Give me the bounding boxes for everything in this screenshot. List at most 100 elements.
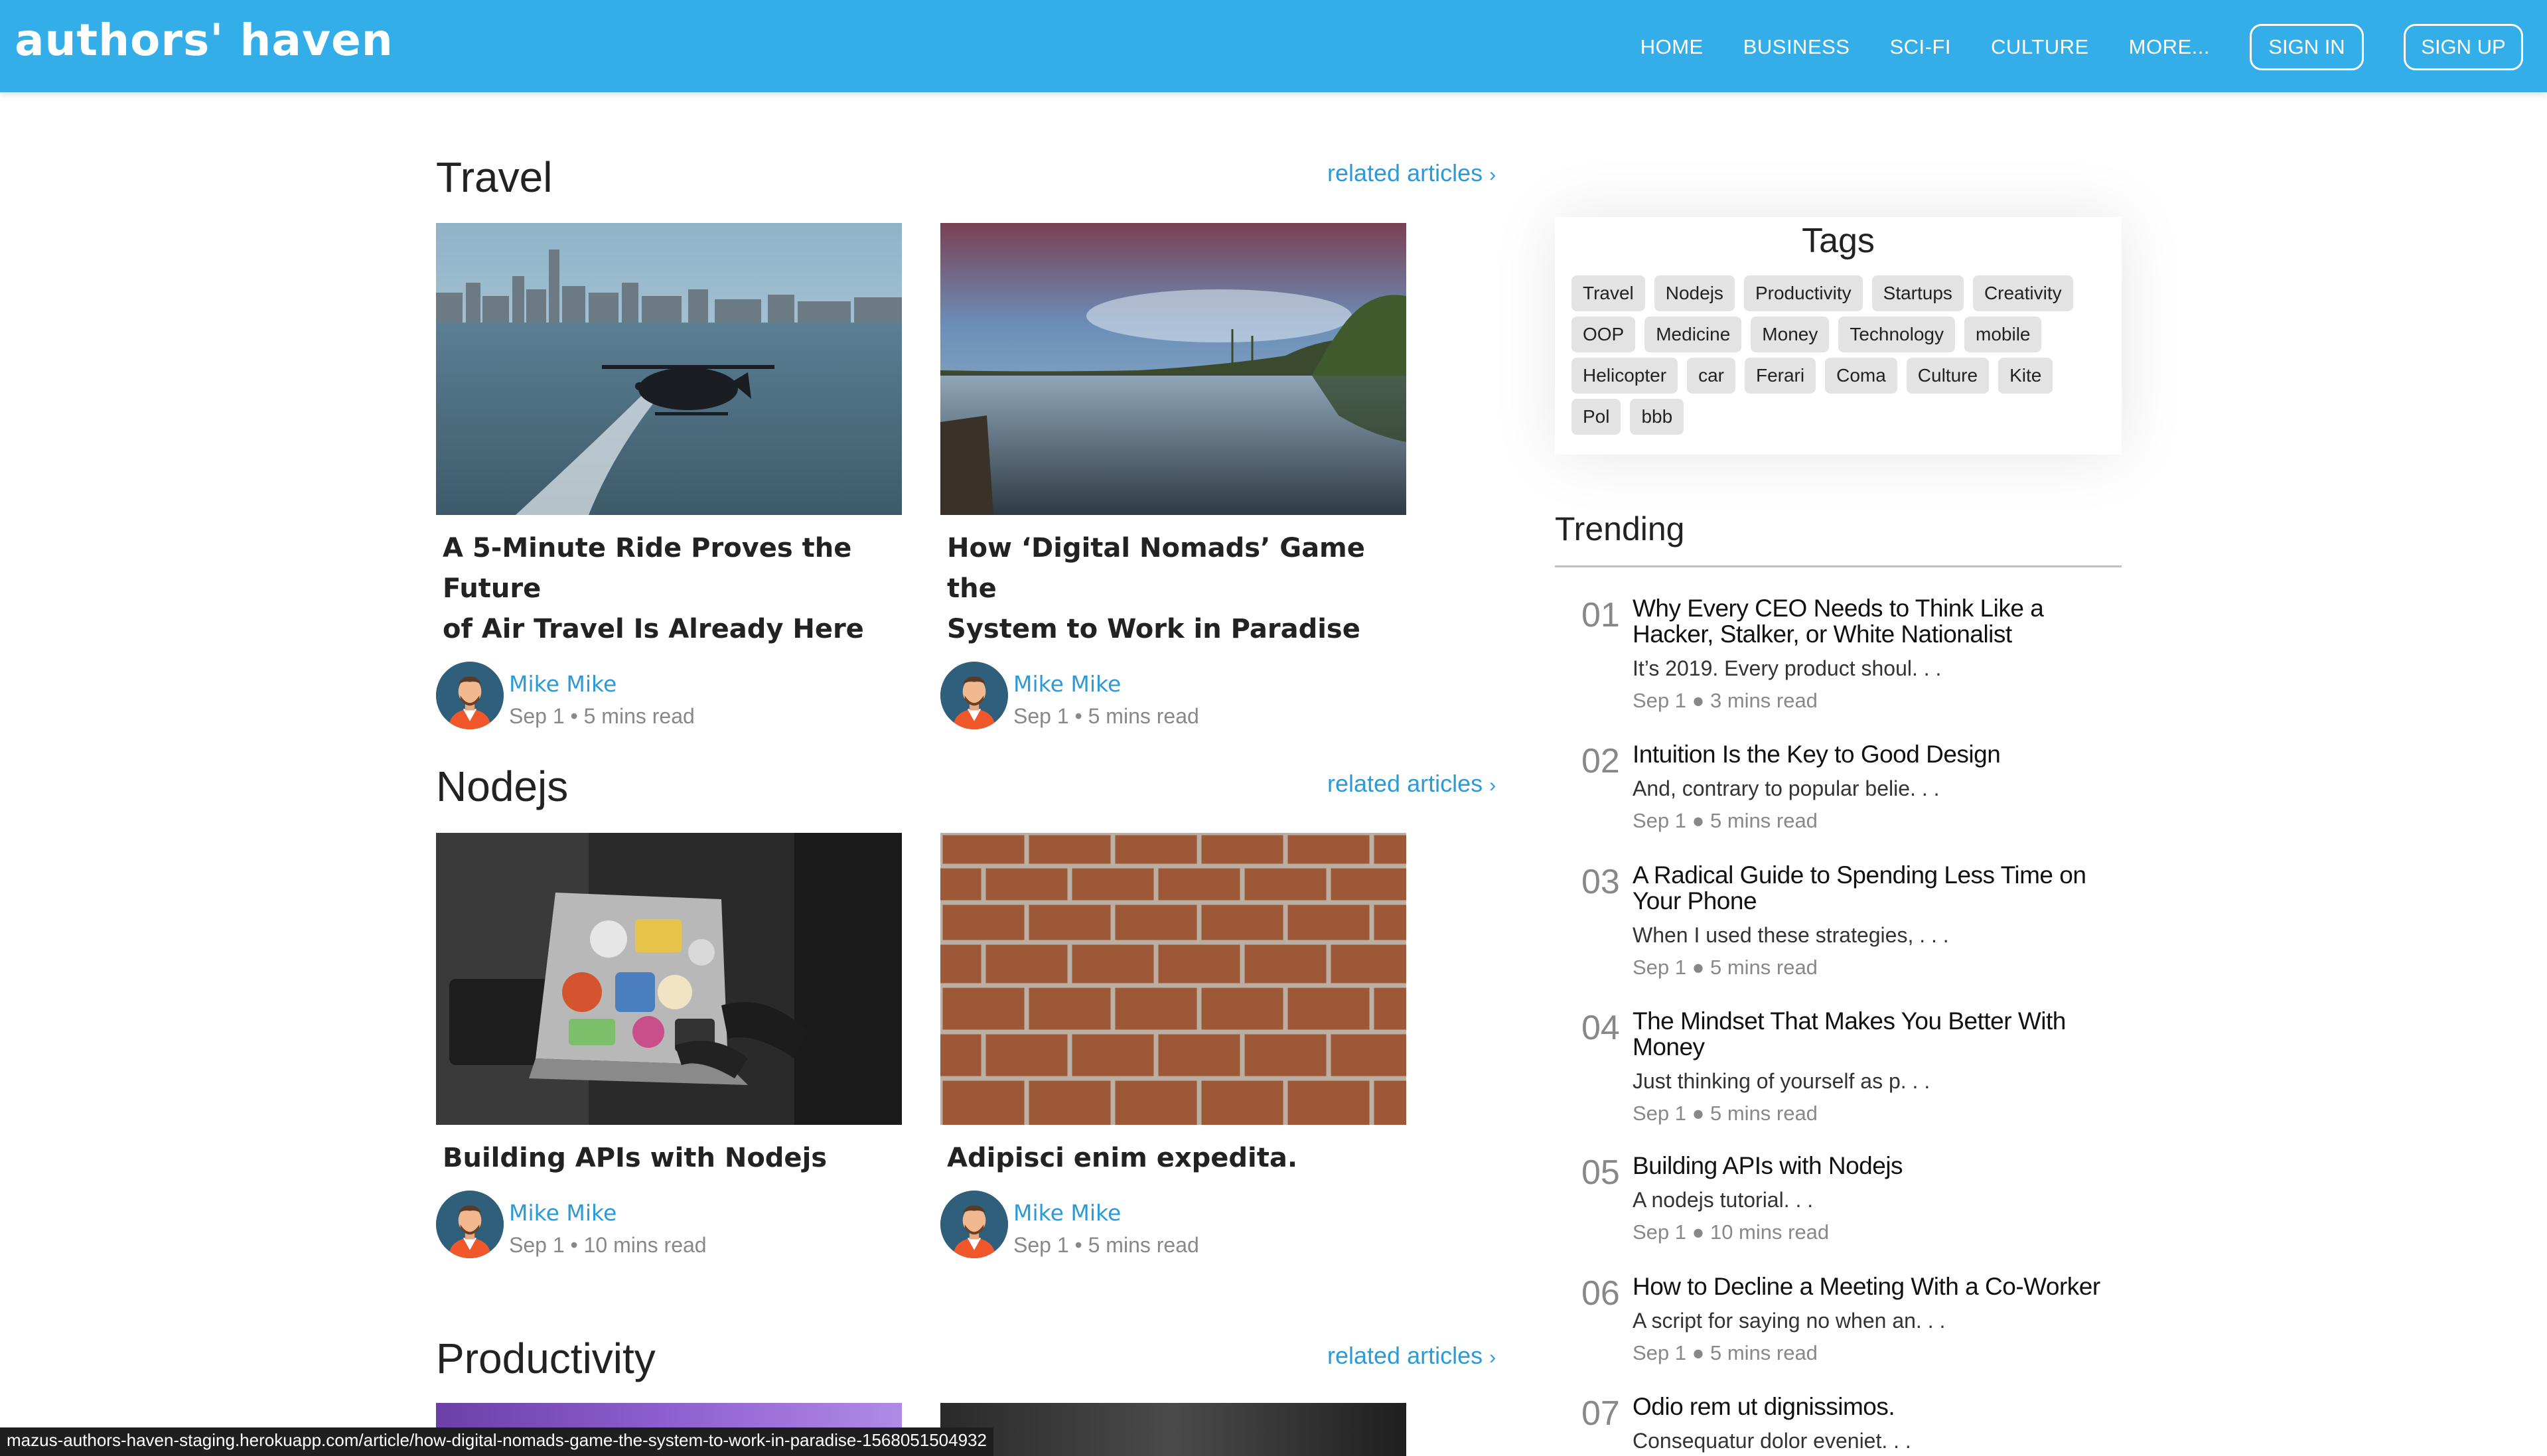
nav-home[interactable]: HOME — [1640, 35, 1704, 59]
trending-summary: Just thinking of yourself as p. . . — [1633, 1069, 1930, 1093]
trending-title-line[interactable]: Money — [1633, 1034, 2117, 1060]
tag-chip[interactable]: Technology — [1838, 317, 1955, 352]
trending-item-title[interactable]: Odio rem ut dignissimos. — [1633, 1394, 2117, 1420]
trending-body: Building APIs with Nodejs A nodejs tutor… — [1633, 1153, 2117, 1244]
article-meta: Sep 1 • 10 mins read — [509, 1233, 707, 1257]
trending-body: Odio rem ut dignissimos. Consequatur dol… — [1633, 1394, 2117, 1453]
site-logo[interactable]: authors' haven — [15, 15, 394, 66]
article-card[interactable]: Adipisci enim expedita. Mike Mike Sep 1 … — [940, 833, 1406, 1260]
sign-up-button[interactable]: SIGN UP — [2404, 24, 2523, 70]
article-title[interactable]: A 5-Minute Ride Proves the Future of Air… — [436, 528, 902, 650]
chevron-right-icon: › — [1489, 1347, 1496, 1368]
trending-title-line[interactable]: Odio rem ut dignissimos. — [1633, 1394, 2117, 1420]
related-articles-label[interactable]: related articles — [1327, 770, 1483, 797]
trending-item-title[interactable]: Building APIs with Nodejs — [1633, 1153, 2117, 1179]
section-title-travel: Travel — [436, 153, 553, 201]
author-row: Mike Mike Sep 1 • 5 mins read — [940, 1191, 1406, 1260]
related-articles-label[interactable]: related articles — [1327, 1342, 1483, 1369]
trending-title-line[interactable]: Intuition Is the Key to Good Design — [1633, 741, 2117, 767]
tag-chip[interactable]: Money — [1751, 317, 1830, 352]
related-articles-label[interactable]: related articles — [1327, 159, 1483, 186]
trending-item-title[interactable]: A Radical Guide to Spending Less Time on… — [1633, 862, 2117, 914]
related-articles-travel[interactable]: related articles › — [1327, 159, 1506, 187]
article-meta: Sep 1 • 5 mins read — [1013, 704, 1199, 728]
author-name[interactable]: Mike Mike — [509, 1200, 617, 1226]
article-title-line[interactable]: of Air Travel Is Already Here — [443, 609, 902, 650]
tag-chip[interactable]: Productivity — [1743, 275, 1863, 311]
tag-chip[interactable]: Pol — [1571, 399, 1621, 435]
tags-panel: Tags Travel Nodejs Productivity Startups… — [1555, 217, 2122, 455]
trending-title-line[interactable]: Building APIs with Nodejs — [1633, 1153, 2117, 1179]
article-image-productivity-2[interactable] — [940, 1403, 1406, 1456]
article-card[interactable]: A 5-Minute Ride Proves the Future of Air… — [436, 223, 902, 731]
author-row: Mike Mike Sep 1 • 5 mins read — [436, 662, 902, 731]
tag-chip[interactable]: Startups — [1871, 275, 1964, 311]
trending-title-line[interactable]: Hacker, Stalker, or White Nationalist — [1633, 621, 2117, 647]
article-card[interactable]: How ‘Digital Nomads’ Game the System to … — [940, 223, 1406, 731]
tag-chip[interactable]: mobile — [1964, 317, 2042, 352]
trending-title-line[interactable]: The Mindset That Makes You Better With — [1633, 1008, 2117, 1034]
nav-more[interactable]: MORE... — [2129, 35, 2210, 59]
article-image-brick-wall[interactable] — [940, 833, 1406, 1125]
avatar[interactable] — [436, 1191, 504, 1258]
tag-chip[interactable]: Coma — [1825, 358, 1897, 394]
author-name[interactable]: Mike Mike — [1013, 671, 1121, 697]
related-articles-productivity[interactable]: related articles › — [1327, 1342, 1506, 1370]
article-title[interactable]: Adipisci enim expedita. — [940, 1138, 1406, 1179]
trending-body: Intuition Is the Key to Good Design And,… — [1633, 741, 2117, 833]
article-title-line[interactable]: A 5-Minute Ride Proves the Future — [443, 528, 902, 609]
trending-rank: 02 — [1581, 742, 1620, 780]
tag-chip[interactable]: Culture — [1906, 358, 1990, 394]
sign-in-button[interactable]: SIGN IN — [2250, 24, 2364, 70]
tags-title: Tags — [1802, 222, 1875, 260]
article-image-lake[interactable] — [940, 223, 1406, 515]
tag-chip[interactable]: Medicine — [1644, 317, 1742, 352]
tag-chip[interactable]: Helicopter — [1571, 358, 1678, 394]
trending-meta: Sep 1 ● 10 mins read — [1633, 1220, 1830, 1244]
tag-chip[interactable]: car — [1687, 358, 1735, 394]
trending-rank: 01 — [1581, 596, 1620, 634]
trending-title-line[interactable]: Why Every CEO Needs to Think Like a — [1633, 595, 2117, 621]
nav-business[interactable]: BUSINESS — [1743, 35, 1850, 59]
tag-chip[interactable]: Creativity — [1972, 275, 2073, 311]
trending-meta: Sep 1 ● 5 mins read — [1633, 809, 1818, 832]
article-title[interactable]: How ‘Digital Nomads’ Game the System to … — [940, 528, 1406, 650]
avatar[interactable] — [940, 1191, 1008, 1258]
trending-title-line[interactable]: Your Phone — [1633, 888, 2117, 914]
tag-chip[interactable]: OOP — [1571, 317, 1636, 352]
article-title-line[interactable]: System to Work in Paradise — [947, 609, 1406, 650]
trending-item-title[interactable]: The Mindset That Makes You Better With Mo… — [1633, 1008, 2117, 1060]
tag-chip[interactable]: Kite — [1998, 358, 2053, 394]
tag-chip[interactable]: Ferari — [1744, 358, 1816, 394]
article-card[interactable]: Building APIs with Nodejs Mike Mike Sep … — [436, 833, 902, 1260]
article-title-line[interactable]: Adipisci enim expedita. — [947, 1138, 1406, 1179]
link-preview-statusbar: mazus-authors-haven-staging.herokuapp.co… — [0, 1427, 993, 1456]
trending-title-line[interactable]: A Radical Guide to Spending Less Time on — [1633, 862, 2117, 888]
tag-chip[interactable]: Nodejs — [1654, 275, 1735, 311]
trending-item-title[interactable]: Intuition Is the Key to Good Design — [1633, 741, 2117, 767]
trending-item-title[interactable]: How to Decline a Meeting With a Co-Worke… — [1633, 1274, 2117, 1299]
tag-chip[interactable]: Travel — [1571, 275, 1645, 311]
nav-sci-fi[interactable]: SCI-FI — [1889, 35, 1951, 59]
article-title-line[interactable]: Building APIs with Nodejs — [443, 1138, 902, 1179]
avatar[interactable] — [436, 662, 504, 729]
article-image-helicopter[interactable] — [436, 223, 902, 515]
tag-chip[interactable]: bbb — [1630, 399, 1684, 435]
related-articles-nodejs[interactable]: related articles › — [1327, 770, 1506, 798]
trending-rank: 06 — [1581, 1274, 1620, 1313]
trending-body: The Mindset That Makes You Better With Mo… — [1633, 1008, 2117, 1126]
trending-meta: Sep 1 ● 5 mins read — [1633, 1341, 1818, 1364]
author-name[interactable]: Mike Mike — [509, 671, 617, 697]
article-meta: Sep 1 • 5 mins read — [509, 704, 695, 728]
trending-body: How to Decline a Meeting With a Co-Worke… — [1633, 1274, 2117, 1365]
trending-summary: A nodejs tutorial. . . — [1633, 1188, 1814, 1212]
trending-title-line[interactable]: How to Decline a Meeting With a Co-Worke… — [1633, 1274, 2117, 1299]
nav-culture[interactable]: CULTURE — [1991, 35, 2089, 59]
article-image-laptop[interactable] — [436, 833, 902, 1125]
article-meta: Sep 1 • 5 mins read — [1013, 1233, 1199, 1257]
article-title[interactable]: Building APIs with Nodejs — [436, 1138, 902, 1179]
trending-item-title[interactable]: Why Every CEO Needs to Think Like a Hacke… — [1633, 595, 2117, 647]
article-title-line[interactable]: How ‘Digital Nomads’ Game the — [947, 528, 1406, 609]
avatar[interactable] — [940, 662, 1008, 729]
author-name[interactable]: Mike Mike — [1013, 1200, 1121, 1226]
